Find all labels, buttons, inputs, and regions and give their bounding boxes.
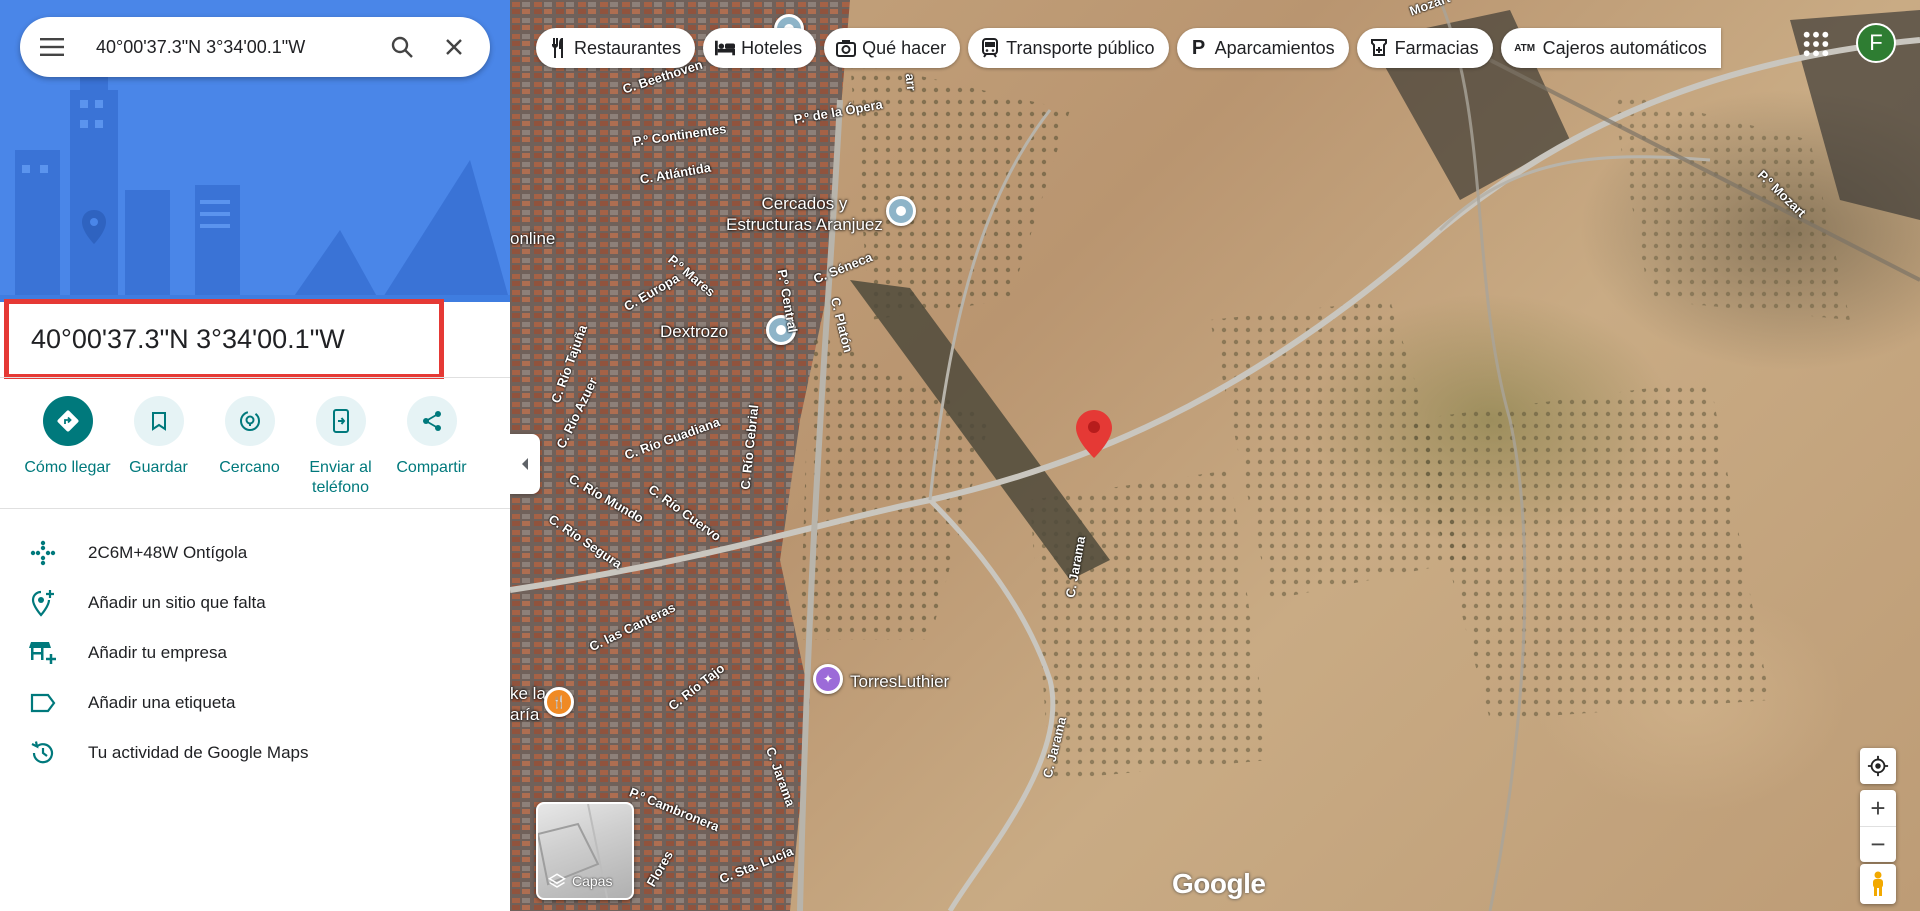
zoom-controls: + − [1860, 790, 1896, 862]
maps-activity-text: Tu actividad de Google Maps [88, 743, 309, 762]
chip-label: Transporte público [1006, 37, 1155, 58]
pharmacy-icon [1369, 38, 1389, 58]
map-label-online[interactable]: online [510, 229, 555, 249]
search-box[interactable]: 40°00'37.3"N 3°34'00.1"W [20, 17, 490, 77]
layers-label: Capas [572, 873, 613, 889]
caret-left-icon [522, 458, 528, 470]
add-label-row[interactable]: Añadir una etiqueta [0, 678, 510, 728]
chip-cajeros[interactable]: ATM Cajeros automáticos [1500, 28, 1721, 68]
category-chips: Restaurantes Hoteles Qué hacer Transport… [536, 28, 1721, 68]
action-label: Compartir [396, 459, 467, 476]
selected-location-pin-icon[interactable] [1076, 410, 1112, 458]
google-maps-app: Cercados y Estructuras Aranjuez Dextrozo… [0, 0, 1920, 911]
save-button[interactable]: Guardar [113, 396, 204, 498]
account-avatar[interactable]: F [1856, 23, 1896, 63]
chip-que-hacer[interactable]: Qué hacer [824, 28, 961, 68]
nearby-button[interactable]: Cercano [204, 396, 295, 498]
divider [0, 508, 510, 509]
action-label: Cómo llegar [24, 459, 111, 476]
add-business-icon [0, 640, 88, 666]
zoom-out-button[interactable]: − [1860, 826, 1896, 862]
chip-label: Qué hacer [862, 37, 947, 58]
hotel-icon [715, 38, 736, 58]
street-label: arr [902, 72, 920, 92]
add-place-icon [0, 589, 88, 617]
map-label-cercados[interactable]: Cercados y Estructuras Aranjuez [726, 193, 883, 235]
side-panel: 40°00'37.3"N 3°34'00.1"W 40°00'37.3"N 3°… [0, 0, 510, 911]
pegman-icon [1873, 871, 1883, 896]
plus-code-row[interactable]: 2C6M+48W Ontígola [0, 528, 510, 578]
place-info-list: 2C6M+48W Ontígola Añadir un sitio que fa… [0, 528, 510, 778]
chip-farmacias[interactable]: Farmacias [1356, 28, 1493, 68]
plus-icon: + [1870, 792, 1886, 823]
poi-marker-torresluthier[interactable]: ✦ [813, 664, 843, 694]
action-label: Enviar al teléfono [309, 459, 372, 496]
chip-label: Hoteles [741, 37, 803, 58]
share-button[interactable]: Compartir [386, 396, 477, 498]
action-label: Cercano [219, 459, 280, 476]
directions-button[interactable]: Cómo llegar [22, 396, 113, 498]
minus-icon: − [1870, 829, 1886, 859]
action-buttons: Cómo llegar Guardar Cercano Enviar al te… [0, 396, 510, 498]
google-logo: Google [1172, 868, 1266, 899]
parking-icon: P [1191, 36, 1206, 59]
atm-icon: ATM [1514, 42, 1536, 54]
label-icon [0, 693, 88, 713]
transit-icon [980, 38, 1000, 58]
restaurant-icon [548, 38, 568, 58]
restaurant-marker-icon: 🍴 [551, 695, 567, 709]
map-label-torresluthier[interactable]: TorresLuthier [850, 672, 949, 692]
hamburger-menu-icon [40, 38, 64, 56]
layers-icon [548, 873, 566, 888]
action-label: Guardar [129, 459, 188, 476]
search-button[interactable] [376, 21, 428, 73]
google-apps-icon[interactable] [1800, 28, 1832, 60]
maps-activity-row[interactable]: Tu actividad de Google Maps [0, 728, 510, 778]
chip-label: Farmacias [1394, 37, 1479, 58]
chip-restaurantes[interactable]: Restaurantes [536, 28, 696, 68]
map-label-dextrozo[interactable]: Dextrozo [660, 322, 728, 342]
place-title-highlight: 40°00'37.3"N 3°34'00.1"W [4, 299, 444, 379]
nearby-icon [224, 396, 275, 446]
plus-code-text: 2C6M+48W Ontígola [88, 543, 248, 562]
map-imagery [510, 0, 1920, 911]
chip-label: Cajeros automáticos [1542, 37, 1707, 58]
menu-button[interactable] [24, 17, 80, 77]
add-business-row[interactable]: Añadir tu empresa [0, 628, 510, 678]
my-location-icon [1867, 755, 1889, 777]
directions-icon [42, 396, 93, 446]
send-to-phone-button[interactable]: Enviar al teléfono [295, 396, 386, 498]
zoom-in-button[interactable]: + [1870, 790, 1885, 826]
divider [0, 377, 510, 378]
add-missing-place-text: Añadir un sitio que falta [88, 593, 266, 612]
poi-marker-restaurant[interactable]: 🍴 [544, 687, 574, 717]
clear-search-button[interactable] [428, 21, 480, 73]
poi-marker-cercados[interactable] [886, 196, 916, 226]
street-view-pegman-button[interactable] [1860, 864, 1896, 904]
chip-aparcamientos[interactable]: P Aparcamientos [1176, 28, 1349, 68]
history-icon [0, 740, 88, 766]
plus-code-icon [0, 540, 88, 566]
share-icon [406, 396, 457, 446]
shopping-icon: ✦ [822, 672, 834, 686]
close-icon [446, 39, 462, 55]
satellite-map[interactable]: Cercados y Estructuras Aranjuez Dextrozo… [510, 0, 1920, 911]
chip-hoteles[interactable]: Hoteles [703, 28, 817, 68]
collapse-panel-button[interactable] [510, 434, 540, 494]
chip-transporte-publico[interactable]: Transporte público [968, 28, 1169, 68]
place-title: 40°00'37.3"N 3°34'00.1"W [31, 323, 345, 354]
add-label-text: Añadir una etiqueta [88, 693, 236, 712]
chip-label: Aparcamientos [1214, 37, 1335, 58]
send-to-phone-icon [315, 396, 366, 446]
map-label-ke-la[interactable]: ke la aría [510, 683, 546, 725]
camera-icon [836, 38, 857, 58]
add-missing-place-row[interactable]: Añadir un sitio que falta [0, 578, 510, 628]
search-icon [391, 36, 413, 58]
layers-toggle[interactable]: Capas [536, 802, 634, 900]
add-business-text: Añadir tu empresa [88, 643, 227, 662]
my-location-button[interactable] [1860, 748, 1896, 784]
search-input[interactable]: 40°00'37.3"N 3°34'00.1"W [80, 37, 376, 58]
chip-label: Restaurantes [574, 37, 682, 58]
bookmark-icon [133, 396, 184, 446]
